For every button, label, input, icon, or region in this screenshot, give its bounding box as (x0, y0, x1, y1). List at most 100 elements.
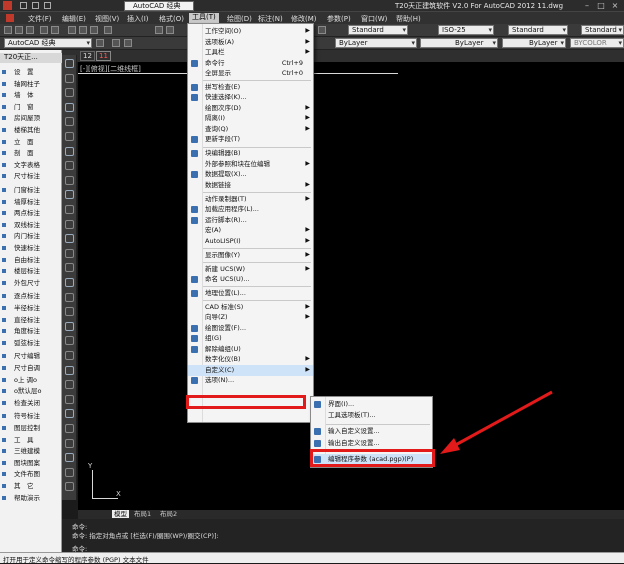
app-logo-icon[interactable] (3, 1, 12, 10)
panel-item[interactable]: 门窗标注 (0, 186, 62, 195)
panel-item[interactable]: 直径标注 (0, 316, 62, 325)
preview-icon[interactable] (51, 26, 59, 34)
menu-item[interactable]: 选项板(A) ▶ (188, 37, 313, 48)
menu-insert[interactable]: 插入(I) (127, 14, 149, 24)
draw-tool-icon[interactable] (65, 102, 74, 112)
panel-item[interactable]: o上 调o (0, 376, 62, 385)
tab-model[interactable]: 模型 (112, 510, 129, 518)
menu-help[interactable]: 帮助(H) (396, 14, 421, 24)
plotstyle-combo[interactable]: BYCOLOR (570, 38, 624, 48)
panel-item[interactable]: 图块图案 (0, 459, 62, 468)
panel-item[interactable]: 门 窗 (0, 103, 62, 112)
open-file-icon[interactable] (32, 2, 39, 9)
draw-tool-icon[interactable] (65, 409, 74, 419)
menu-item[interactable]: 查询(Q) ▶ (188, 124, 313, 135)
draw-tool-icon[interactable] (65, 263, 74, 273)
match-icon[interactable] (104, 26, 112, 34)
print-icon[interactable] (40, 26, 48, 34)
draw-tool-icon[interactable] (65, 424, 74, 433)
draw-tool-icon[interactable] (65, 88, 74, 98)
panel-item[interactable]: 尺寸标注 (0, 172, 62, 181)
dim-style-combo[interactable]: ISO-25 (438, 25, 494, 35)
panel-item[interactable]: 半径标注 (0, 304, 62, 313)
workspace-combo[interactable]: AutoCAD 经典 (4, 38, 92, 48)
minimize-icon[interactable]: – (582, 1, 592, 10)
menu-item[interactable]: 选项(N)... (188, 375, 313, 386)
maximize-icon[interactable]: □ (596, 1, 606, 10)
draw-tool-icon[interactable] (65, 467, 74, 477)
panel-item[interactable]: 两点标注 (0, 209, 62, 218)
menu-item[interactable]: 更新字段(T) (188, 134, 313, 145)
menu-item[interactable]: 显示图像(Y) ▶ (188, 250, 313, 261)
draw-tool-icon[interactable] (65, 146, 74, 156)
panel-item[interactable]: 设 置 (0, 68, 62, 77)
draw-tool-icon[interactable] (65, 351, 74, 360)
panel-item[interactable]: 内门标注 (0, 232, 62, 241)
draw-tool-icon[interactable] (65, 292, 74, 302)
menu-edit[interactable]: 编辑(E) (62, 14, 86, 24)
menu-item[interactable]: 绘图次序(D) ▶ (188, 103, 313, 114)
menu-view[interactable]: 视图(V) (95, 14, 119, 24)
tab-layout2[interactable]: 布局2 (160, 510, 177, 518)
panel-item[interactable]: 角度标注 (0, 327, 62, 336)
menu-tools[interactable]: 工具(T) (189, 13, 219, 23)
draw-tool-icon[interactable] (65, 482, 74, 492)
panel-item[interactable]: 尺寸编辑 (0, 352, 62, 361)
menu-parameters[interactable]: 参数(P) (327, 14, 351, 24)
qnew-icon[interactable] (4, 26, 12, 34)
menu-file[interactable]: 文件(F) (28, 14, 52, 24)
draw-tool-icon[interactable] (65, 132, 74, 141)
pan-icon[interactable] (318, 26, 326, 34)
panel-item[interactable]: 墙厚标注 (0, 198, 62, 207)
menu-item[interactable]: 快速选择(K)... (188, 92, 313, 103)
draw-tool-icon[interactable] (65, 59, 74, 68)
undo-icon[interactable] (155, 26, 163, 34)
menu-item[interactable]: 块编辑器(B) (188, 148, 313, 159)
menu-item[interactable]: 向导(Z) ▶ (188, 312, 313, 323)
panel-item[interactable]: 符号标注 (0, 412, 62, 421)
new-file-icon[interactable] (20, 2, 27, 9)
panel-item[interactable]: 文字表格 (0, 161, 62, 170)
panel-item[interactable]: 自由标注 (0, 256, 62, 265)
panel-item[interactable]: 墙 体 (0, 91, 62, 100)
mleader-style-combo[interactable]: Standard (581, 25, 624, 35)
panel-item[interactable]: 帮助演示 (0, 494, 62, 503)
menu-doc-icon[interactable] (6, 14, 14, 22)
panel-item[interactable]: 轴网柱子 (0, 80, 62, 89)
menu-item[interactable]: 自定义(C) ▶ (188, 364, 313, 376)
open-icon[interactable] (15, 26, 23, 34)
tab-doc-11[interactable]: 11 (96, 51, 111, 61)
panel-item[interactable]: o默认层o (0, 387, 62, 396)
menu-item[interactable]: 命名 UCS(U)... (188, 274, 313, 285)
layer-color-combo[interactable]: ByLayer (335, 38, 417, 48)
panel-item[interactable]: 立 面 (0, 138, 62, 147)
menu-item[interactable]: 拼写检查(E) (188, 82, 313, 93)
draw-tool-icon[interactable] (65, 205, 74, 214)
draw-tool-icon[interactable] (65, 248, 74, 258)
panel-item[interactable]: 文件布图 (0, 470, 62, 479)
lineweight-combo[interactable]: ByLayer (502, 38, 566, 48)
panel-item[interactable]: 图层控制 (0, 424, 62, 433)
save-icon[interactable] (26, 26, 34, 34)
layer-icon[interactable] (124, 39, 132, 47)
draw-tool-icon[interactable] (65, 161, 74, 171)
copy-icon[interactable] (79, 26, 87, 34)
draw-tool-icon[interactable] (65, 380, 74, 390)
panel-item[interactable]: 外包尺寸 (0, 279, 62, 288)
menu-item[interactable]: 地理位置(L)... (188, 288, 313, 299)
menu-item[interactable]: 运行脚本(R)... (188, 215, 313, 226)
menu-item[interactable]: 外部参照和块在位编辑 ▶ (188, 159, 313, 170)
panel-item[interactable]: 三维建模 (0, 447, 62, 456)
panel-item[interactable]: 快速标注 (0, 244, 62, 253)
tab-layout1[interactable]: 布局1 (134, 510, 151, 518)
panel-item[interactable]: 逐点标注 (0, 292, 62, 301)
menu-item[interactable]: 界面(I)... (311, 399, 432, 410)
panel-item[interactable]: 楼层标注 (0, 267, 62, 276)
workspace-selector[interactable]: AutoCAD 经典 (124, 1, 194, 11)
panel-item[interactable]: 弧弦标注 (0, 339, 62, 348)
menu-item[interactable]: 输出自定义设置... (311, 438, 432, 449)
close-icon[interactable]: × (610, 1, 620, 10)
menu-item[interactable]: 数字化仪(B) ▶ (188, 354, 313, 365)
draw-tool-icon[interactable] (65, 190, 74, 200)
workspace-settings-icon[interactable] (96, 39, 104, 47)
